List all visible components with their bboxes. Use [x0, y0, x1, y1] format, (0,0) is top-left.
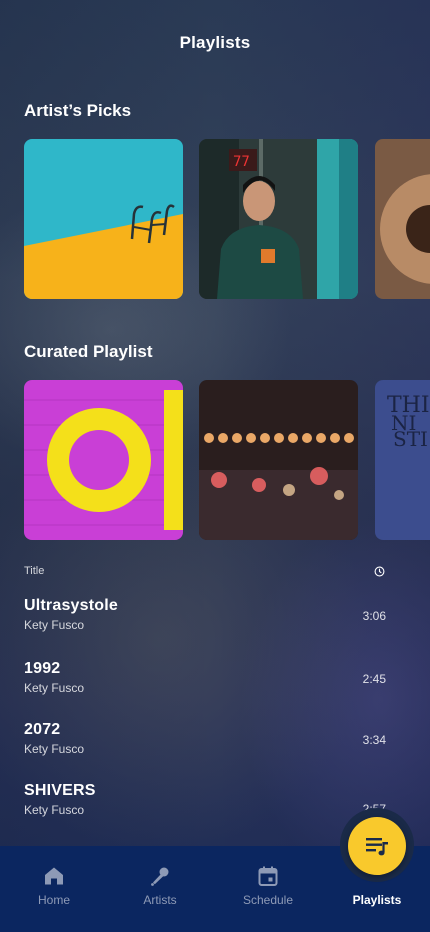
nav-label-artists: Artists: [143, 893, 177, 907]
yellow-o-artwork: [24, 380, 183, 540]
track-duration: 3:34: [362, 733, 386, 747]
track-title: SHIVERS: [24, 782, 96, 799]
curated-playlist-card[interactable]: THI NI STI: [375, 380, 430, 540]
track-artist: Kety Fusco: [24, 742, 85, 756]
nav-item-home[interactable]: Home: [4, 846, 104, 932]
track-artist: Kety Fusco: [24, 618, 85, 632]
playlists-screen: Playlists Artist’s Picks 77 Curated Play…: [0, 0, 430, 932]
nav-item-schedule[interactable]: Schedule: [218, 846, 318, 932]
track-row[interactable]: 1992 Kety Fusco 2:45: [24, 660, 394, 704]
artists-picks-carousel[interactable]: 77: [24, 139, 430, 299]
nav-item-artists[interactable]: Artists: [110, 846, 210, 932]
microphone-icon: [151, 867, 169, 886]
track-title: Ultrasystole: [24, 597, 118, 614]
track-artist: Kety Fusco: [24, 681, 85, 695]
playlists-fab-button[interactable]: [348, 817, 406, 875]
playlist-icon: [366, 838, 388, 856]
home-icon: [45, 867, 63, 885]
track-duration: 3:06: [362, 609, 386, 623]
track-row[interactable]: Ultrasystole Kety Fusco 3:06: [24, 597, 394, 641]
text-cover-artwork: THI NI STI: [375, 380, 430, 540]
artists-pick-card[interactable]: 77: [199, 139, 358, 299]
curated-playlist-card[interactable]: [199, 380, 358, 540]
calendar-icon: [258, 866, 278, 886]
bokeh-lights-artwork: [199, 380, 358, 540]
page-title: Playlists: [179, 33, 251, 52]
artists-pick-card[interactable]: [375, 139, 430, 299]
curated-playlist-carousel[interactable]: THI NI STI: [24, 380, 430, 540]
track-title: 2072: [24, 721, 61, 738]
artists-picks-heading: Artist’s Picks: [24, 101, 132, 120]
nav-label-playlists: Playlists: [352, 893, 402, 907]
nav-label-home: Home: [37, 893, 70, 907]
track-row[interactable]: 2072 Kety Fusco 3:34: [24, 721, 394, 765]
track-duration: 2:45: [362, 672, 386, 686]
pool-ladder-artwork: [24, 139, 183, 299]
svg-text:STI: STI: [393, 427, 428, 451]
track-row[interactable]: SHIVERS Kety Fusco 2:57: [24, 782, 394, 826]
guitar-artwork: [375, 139, 430, 299]
artists-pick-card[interactable]: [24, 139, 183, 299]
nav-label-schedule: Schedule: [242, 893, 294, 907]
svg-text:77: 77: [233, 154, 250, 170]
clock-icon: [374, 566, 385, 577]
track-artist: Kety Fusco: [24, 803, 85, 817]
man-on-train-artwork: 77: [199, 139, 358, 299]
title-column-header: Title: [24, 565, 45, 577]
curated-playlist-card[interactable]: [24, 380, 183, 540]
curated-playlist-heading: Curated Playlist: [24, 342, 153, 361]
track-title: 1992: [24, 660, 61, 677]
